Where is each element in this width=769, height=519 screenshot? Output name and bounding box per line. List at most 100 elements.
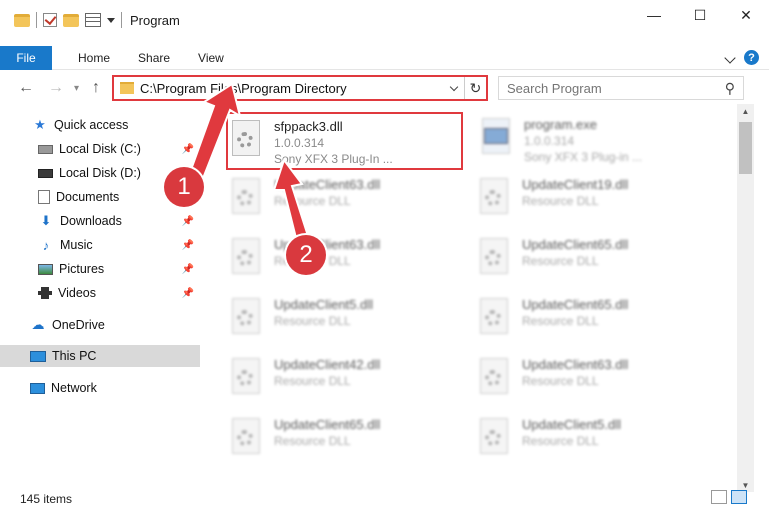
refresh-button[interactable]: ↻: [464, 77, 486, 99]
pin-icon[interactable]: 📌: [182, 288, 194, 299]
expand-ribbon-icon[interactable]: [724, 51, 736, 64]
file-description: Resource DLL: [522, 194, 599, 208]
callout-badge-1: 1: [164, 167, 204, 207]
item-count: 145 items: [20, 492, 73, 506]
dll-file-icon: [476, 238, 512, 278]
file-item[interactable]: UpdateClient5.dll Resource DLL: [228, 292, 460, 344]
file-item[interactable]: UpdateClient5.dll Resource DLL: [476, 412, 708, 464]
window-controls: — ☐ ✕: [631, 0, 769, 30]
ribbon-tabs: File Home Share View ?: [0, 45, 769, 70]
file-item[interactable]: UpdateClient63.dll Resource DLL: [228, 172, 460, 224]
file-description: Resource DLL: [522, 254, 599, 268]
chevron-down-icon[interactable]: [107, 17, 115, 23]
file-item-program-exe[interactable]: program.exe 1.0.0.314 Sony XFX 3 Plug-in…: [478, 112, 710, 164]
sidebar-item-label: Local Disk (C:): [59, 142, 141, 156]
sidebar-item-quick-access[interactable]: ★ Quick access: [0, 114, 200, 136]
dll-file-icon: [476, 358, 512, 398]
tab-home[interactable]: Home: [64, 46, 124, 70]
pin-icon[interactable]: 📌: [182, 144, 194, 155]
file-item[interactable]: UpdateClient65.dll Resource DLL: [228, 412, 460, 464]
sidebar-item-pictures[interactable]: Pictures 📌: [0, 258, 200, 280]
drive-icon: [38, 168, 53, 178]
details-view-icon[interactable]: [711, 490, 727, 504]
dll-file-icon: [228, 238, 264, 278]
sidebar-item-this-pc[interactable]: This PC: [0, 345, 200, 367]
folder-icon: [14, 13, 30, 27]
scroll-up-icon[interactable]: ▲: [737, 104, 754, 118]
file-name: UpdateClient63.dll: [522, 357, 629, 372]
sidebar-item-label: Music: [60, 238, 93, 252]
chevron-down-icon: [449, 82, 459, 91]
file-item[interactable]: UpdateClient65.dll Resource DLL: [476, 292, 708, 344]
file-name: sfppack3.dll: [274, 119, 343, 134]
search-icon[interactable]: ⚲: [725, 80, 735, 97]
recent-locations-icon[interactable]: ▾: [74, 83, 79, 94]
file-item[interactable]: UpdateClient65.dll Resource DLL: [476, 232, 708, 284]
ribbon-right: ?: [724, 50, 759, 65]
file-list: sfppack3.dll 1.0.0.314 Sony XFX 3 Plug-I…: [202, 104, 737, 484]
scroll-thumb[interactable]: [739, 122, 752, 174]
callout-badge-2: 2: [286, 235, 326, 275]
file-version: 1.0.0.314: [274, 136, 325, 150]
file-name: UpdateClient65.dll: [274, 417, 381, 432]
dll-file-icon: [228, 298, 264, 338]
file-name: UpdateClient65.dll: [522, 297, 629, 312]
download-icon: ⬇: [40, 213, 52, 228]
tiles-view-icon[interactable]: [731, 490, 747, 504]
sidebar-item-network[interactable]: Network: [0, 377, 200, 399]
vertical-scrollbar[interactable]: ▲ ▼: [737, 104, 754, 492]
new-folder-icon[interactable]: [63, 13, 79, 27]
file-item[interactable]: UpdateClient19.dll Resource DLL: [476, 172, 708, 224]
file-item[interactable]: UpdateClient63.dll Resource DLL: [476, 352, 708, 404]
file-description: Sony XFX 3 Plug-in ...: [524, 150, 643, 164]
star-icon: ★: [34, 117, 46, 132]
dll-file-icon: [228, 418, 264, 458]
sidebar-item-label: Local Disk (D:): [59, 166, 141, 180]
tab-share[interactable]: Share: [124, 46, 184, 70]
divider: [121, 12, 122, 28]
minimize-button[interactable]: —: [631, 0, 677, 30]
file-item[interactable]: UpdateClient42.dll Resource DLL: [228, 352, 460, 404]
file-item-sfppack3[interactable]: sfppack3.dll 1.0.0.314 Sony XFX 3 Plug-I…: [226, 112, 463, 170]
videos-icon: [38, 287, 52, 299]
window-title: Program: [130, 12, 180, 28]
maximize-button[interactable]: ☐: [677, 0, 723, 30]
tab-view[interactable]: View: [184, 46, 238, 70]
address-dropdown-button[interactable]: [444, 77, 464, 99]
file-item[interactable]: UpdateClient63.dll Resource DLL: [228, 232, 460, 284]
dll-file-icon: [228, 120, 264, 160]
forward-button[interactable]: →: [48, 79, 64, 97]
network-icon: [30, 382, 45, 394]
up-button[interactable]: ↑: [92, 79, 100, 97]
help-icon[interactable]: ?: [744, 50, 759, 65]
customize-icon[interactable]: [85, 13, 101, 27]
sidebar-item-local-disk-c[interactable]: Local Disk (C:) 📌: [0, 138, 200, 160]
navigation-pane: ★ Quick access Local Disk (C:) 📌 Local D…: [0, 112, 200, 484]
file-description: Sony XFX 3 Plug-In ...: [274, 152, 393, 166]
sidebar-item-onedrive[interactable]: ☁ OneDrive: [0, 314, 200, 336]
sidebar-item-downloads[interactable]: ⬇ Downloads 📌: [0, 210, 200, 232]
close-button[interactable]: ✕: [723, 0, 769, 30]
file-description: Resource DLL: [274, 314, 351, 328]
dll-file-icon: [228, 358, 264, 398]
file-name: UpdateClient19.dll: [522, 177, 629, 192]
properties-check-icon[interactable]: [43, 13, 57, 27]
pin-icon[interactable]: 📌: [182, 216, 194, 227]
address-path[interactable]: C:\Program Files\Program Directory: [140, 81, 444, 96]
sidebar-item-label: Downloads: [60, 214, 122, 228]
address-bar[interactable]: C:\Program Files\Program Directory ↻: [112, 75, 488, 101]
tab-file[interactable]: File: [0, 45, 52, 70]
folder-icon: [120, 82, 134, 94]
search-box[interactable]: ⚲: [498, 76, 744, 100]
navigation-bar: ← → ▾ ↑ C:\Program Files\Program Directo…: [0, 73, 769, 103]
search-input[interactable]: [507, 80, 707, 96]
file-version: 1.0.0.314: [524, 134, 575, 148]
pin-icon[interactable]: 📌: [182, 240, 194, 251]
back-button[interactable]: ←: [18, 79, 34, 97]
sidebar-item-videos[interactable]: Videos 📌: [0, 282, 200, 304]
sidebar-item-label: This PC: [52, 349, 97, 363]
file-name: UpdateClient63.dll: [274, 177, 381, 192]
pin-icon[interactable]: 📌: [182, 264, 194, 275]
sidebar-item-music[interactable]: ♪ Music 📌: [0, 234, 200, 256]
divider: [36, 12, 37, 28]
